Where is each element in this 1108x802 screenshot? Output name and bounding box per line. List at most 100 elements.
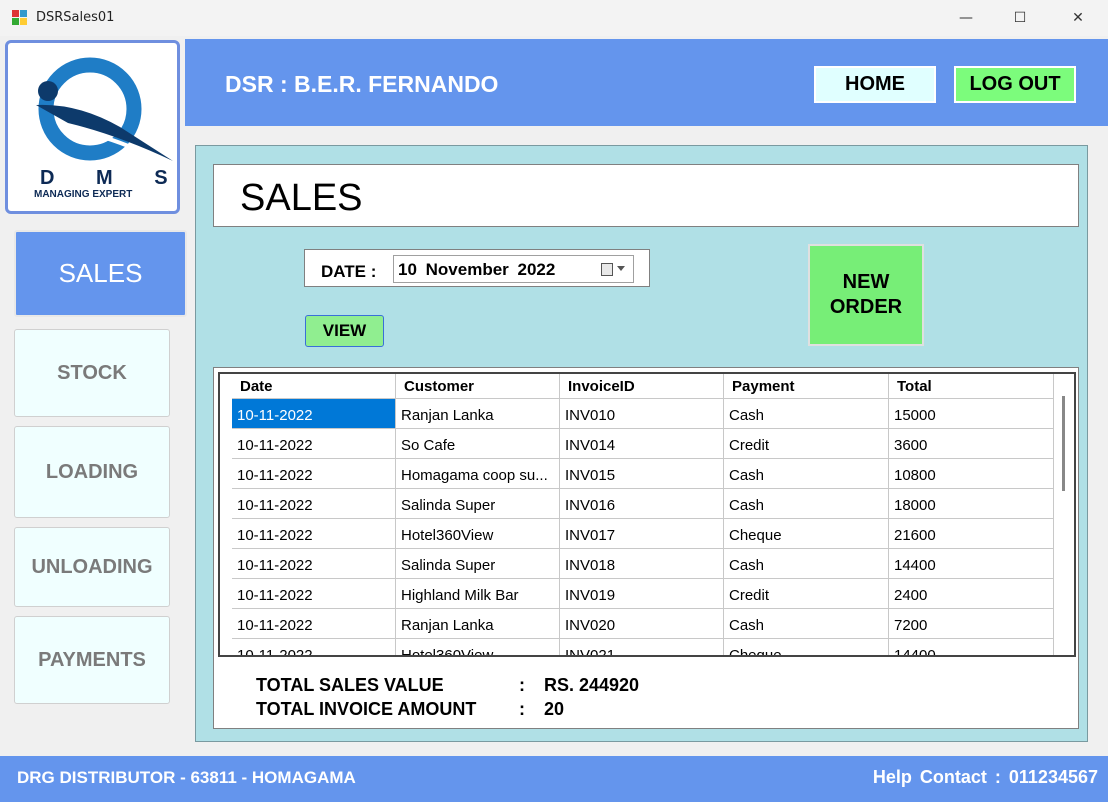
cell-date[interactable]: 10-11-2022 — [232, 579, 396, 609]
cell-invoiceid[interactable]: INV014 — [560, 429, 724, 459]
table-row[interactable]: 10-11-2022 Homagama coop su... INV015 Cash 1… — [220, 459, 1054, 489]
cell-date[interactable]: 10-11-2022 — [232, 639, 396, 655]
column-header-total[interactable]: Total — [889, 374, 1054, 399]
row-header[interactable] — [220, 519, 232, 549]
scrollbar-thumb[interactable] — [1062, 396, 1065, 491]
cell-payment[interactable]: Credit — [724, 429, 889, 459]
cell-date[interactable]: 10-11-2022 — [232, 549, 396, 579]
date-picker[interactable]: 10 November 2022 — [393, 255, 634, 283]
cell-invoiceid[interactable]: INV020 — [560, 609, 724, 639]
logout-button[interactable]: LOG OUT — [954, 66, 1076, 103]
cell-total[interactable]: 2400 — [889, 579, 1054, 609]
cell-invoiceid[interactable]: INV018 — [560, 549, 724, 579]
cell-customer[interactable]: So Cafe — [396, 429, 560, 459]
total-invoice-value: 20 — [544, 699, 565, 719]
cell-date[interactable]: 10-11-2022 — [232, 399, 396, 429]
column-header-date[interactable]: Date — [232, 374, 396, 399]
home-button[interactable]: HOME — [814, 66, 936, 103]
sales-table[interactable]: Date Customer InvoiceID Payment Total 10… — [218, 372, 1076, 657]
cell-total[interactable]: 18000 — [889, 489, 1054, 519]
cell-payment[interactable]: Cash — [724, 489, 889, 519]
table-row[interactable]: 10-11-2022 Ranjan Lanka INV010 Cash 15000 — [220, 399, 1054, 429]
cell-customer[interactable]: Ranjan Lanka — [396, 399, 560, 429]
table-row[interactable]: 10-11-2022 Salinda Super INV018 Cash 14400 — [220, 549, 1054, 579]
cell-invoiceid[interactable]: INV021 — [560, 639, 724, 655]
cell-total[interactable]: 15000 — [889, 399, 1054, 429]
cell-date[interactable]: 10-11-2022 — [232, 429, 396, 459]
table-row[interactable]: 10-11-2022 Hotel360View INV021 Cheque 14400 — [220, 639, 1054, 655]
cell-total[interactable]: 14400 — [889, 549, 1054, 579]
cell-payment[interactable]: Cheque — [724, 639, 889, 655]
page-title: SALES — [240, 177, 363, 219]
total-sales-label: TOTAL SALES VALUE — [256, 675, 444, 695]
chevron-down-icon[interactable] — [617, 266, 625, 271]
cell-invoiceid[interactable]: INV010 — [560, 399, 724, 429]
cell-customer[interactable]: Homagama coop su... — [396, 459, 560, 489]
total-sales-colon: : — [519, 675, 525, 695]
cell-total[interactable]: 14400 — [889, 639, 1054, 655]
table-row[interactable]: 10-11-2022 Highland Milk Bar INV019 Credit 2… — [220, 579, 1054, 609]
cell-payment[interactable]: Cheque — [724, 519, 889, 549]
cell-invoiceid[interactable]: INV015 — [560, 459, 724, 489]
cell-payment[interactable]: Cash — [724, 459, 889, 489]
cell-invoiceid[interactable]: INV019 — [560, 579, 724, 609]
row-header[interactable] — [220, 399, 232, 429]
new-order-line1: NEW — [842, 271, 890, 293]
minimize-button[interactable]: — — [943, 0, 989, 36]
new-order-button[interactable]: NEW ORDER — [808, 244, 924, 346]
cell-date[interactable]: 10-11-2022 — [232, 519, 396, 549]
vertical-scrollbar[interactable] — [1054, 374, 1074, 655]
row-header[interactable] — [220, 609, 232, 639]
sidebar-item-payments[interactable]: PAYMENTS — [14, 616, 170, 704]
table-row[interactable]: 10-11-2022 Hotel360View INV017 Cheque 21600 — [220, 519, 1054, 549]
cell-payment[interactable]: Cash — [724, 549, 889, 579]
sidebar-item-unloading[interactable]: UNLOADING — [14, 527, 170, 607]
row-header[interactable] — [220, 639, 232, 655]
calendar-icon[interactable] — [601, 263, 613, 276]
close-button[interactable]: ✕ — [1055, 0, 1101, 36]
total-sales-value: RS. 244920 — [544, 675, 640, 695]
sidebar-item-stock[interactable]: STOCK — [14, 329, 170, 417]
cell-customer[interactable]: Highland Milk Bar — [396, 579, 560, 609]
cell-date[interactable]: 10-11-2022 — [232, 489, 396, 519]
cell-customer[interactable]: Hotel360View — [396, 639, 560, 655]
cell-date[interactable]: 10-11-2022 — [232, 609, 396, 639]
logo-tagline: MANAGING EXPERT — [34, 189, 132, 200]
row-header[interactable] — [220, 579, 232, 609]
page-title-box: SALES — [213, 164, 1079, 227]
total-invoice-label: TOTAL INVOICE AMOUNT — [256, 699, 477, 719]
cell-total[interactable]: 21600 — [889, 519, 1054, 549]
date-value: 10 November 2022 — [398, 260, 556, 279]
grid-panel: Date Customer InvoiceID Payment Total 10… — [213, 367, 1079, 729]
row-header[interactable] — [220, 549, 232, 579]
view-button[interactable]: VIEW — [305, 315, 384, 347]
cell-total[interactable]: 7200 — [889, 609, 1054, 639]
cell-total[interactable]: 10800 — [889, 459, 1054, 489]
column-header-invoiceid[interactable]: InvoiceID — [560, 374, 724, 399]
cell-total[interactable]: 3600 — [889, 429, 1054, 459]
cell-payment[interactable]: Credit — [724, 579, 889, 609]
table-row[interactable]: 10-11-2022 So Cafe INV014 Credit 3600 — [220, 429, 1054, 459]
new-order-line2: ORDER — [829, 296, 903, 318]
row-header[interactable] — [220, 489, 232, 519]
cell-customer[interactable]: Salinda Super — [396, 489, 560, 519]
table-row[interactable]: 10-11-2022 Salinda Super INV016 Cash 18000 — [220, 489, 1054, 519]
total-invoice-colon: : — [519, 699, 525, 719]
sidebar-item-sales[interactable]: SALES — [14, 230, 187, 317]
cell-invoiceid[interactable]: INV016 — [560, 489, 724, 519]
row-header[interactable] — [220, 429, 232, 459]
cell-customer[interactable]: Hotel360View — [396, 519, 560, 549]
maximize-button[interactable]: ☐ — [997, 0, 1043, 36]
row-header[interactable] — [220, 459, 232, 489]
cell-payment[interactable]: Cash — [724, 609, 889, 639]
cell-payment[interactable]: Cash — [724, 399, 889, 429]
column-header-payment[interactable]: Payment — [724, 374, 889, 399]
column-header-customer[interactable]: Customer — [396, 374, 560, 399]
cell-date[interactable]: 10-11-2022 — [232, 459, 396, 489]
cell-customer[interactable]: Salinda Super — [396, 549, 560, 579]
cell-customer[interactable]: Ranjan Lanka — [396, 609, 560, 639]
cell-invoiceid[interactable]: INV017 — [560, 519, 724, 549]
header-bar: DSR : B.E.R. FERNANDO HOME LOG OUT — [185, 39, 1108, 126]
sidebar-item-loading[interactable]: LOADING — [14, 426, 170, 518]
table-row[interactable]: 10-11-2022 Ranjan Lanka INV020 Cash 7200 — [220, 609, 1054, 639]
